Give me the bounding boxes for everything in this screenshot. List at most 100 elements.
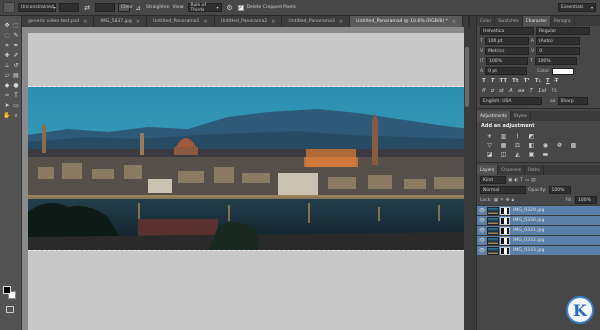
filter-type-icon[interactable]: T bbox=[520, 178, 523, 183]
layer-row[interactable]: 👁︎ IMG_0330.jpg bbox=[477, 215, 600, 225]
lock-position-icon[interactable]: ✥ bbox=[506, 198, 510, 203]
dodge-tool-icon[interactable]: ● bbox=[12, 82, 20, 90]
font-size-field[interactable]: 100 pt bbox=[484, 37, 529, 45]
threshold-icon[interactable]: ◭ bbox=[513, 151, 522, 158]
layer-row[interactable]: 👁︎ IMG_0329.jpg bbox=[477, 205, 600, 215]
straighten-icon[interactable]: ⊿ bbox=[133, 3, 143, 13]
horizontal-scale-field[interactable]: 100% bbox=[534, 57, 577, 65]
brightness-icon[interactable]: ☀ bbox=[485, 133, 494, 140]
layer-mask-thumbnail[interactable] bbox=[500, 216, 510, 225]
filter-smart-icon[interactable]: ▤ bbox=[531, 178, 535, 183]
black-white-icon[interactable]: ◧ bbox=[527, 142, 536, 149]
subscript-button[interactable]: T₁ bbox=[535, 78, 541, 84]
crop-tool-preset-picker[interactable] bbox=[3, 2, 15, 13]
anti-alias-dropdown[interactable]: Sharp bbox=[557, 97, 588, 105]
pen-tool-icon[interactable]: ✑ bbox=[3, 92, 11, 100]
straighten-label[interactable]: Straighten bbox=[146, 5, 170, 10]
brush-tool-icon[interactable]: ✐ bbox=[12, 52, 20, 60]
ligatures-button[interactable]: fi bbox=[482, 88, 486, 94]
eraser-tool-icon[interactable]: ▱ bbox=[3, 72, 11, 80]
shape-tool-icon[interactable]: ▭ bbox=[12, 102, 20, 110]
close-icon[interactable]: × bbox=[136, 19, 140, 25]
superscript-button[interactable]: T¹ bbox=[524, 78, 530, 84]
tab-paragraph[interactable]: Paragra bbox=[551, 16, 575, 26]
layer-mask-thumbnail[interactable] bbox=[500, 206, 510, 215]
swash-button[interactable]: st bbox=[499, 88, 504, 94]
font-style-dropdown[interactable]: Regular bbox=[536, 27, 590, 35]
language-dropdown[interactable]: English: USA bbox=[480, 97, 542, 105]
eye-icon[interactable]: 👁︎ bbox=[477, 208, 487, 214]
photo-filter-icon[interactable]: ◉ bbox=[541, 142, 550, 149]
tab-paths[interactable]: Paths bbox=[525, 165, 544, 175]
crop-ratio-dropdown[interactable]: Unconstrained ▾ bbox=[18, 3, 56, 12]
healing-brush-tool-icon[interactable]: ✚ bbox=[3, 52, 11, 60]
all-caps-button[interactable]: TT bbox=[500, 78, 508, 84]
tab-untitled-panorama4[interactable]: Untitled_Panorama4 @ 10.6% (RGB/8) * × bbox=[350, 16, 464, 27]
tab-layers[interactable]: Layers bbox=[477, 165, 499, 175]
fractions-button[interactable]: ½ bbox=[551, 88, 556, 94]
crop-tool-icon[interactable]: ⌗ bbox=[3, 42, 11, 50]
blur-tool-icon[interactable]: ◆ bbox=[3, 82, 11, 90]
filter-pixel-icon[interactable]: ▣ bbox=[508, 178, 512, 183]
tab-swatches[interactable]: Swatches bbox=[495, 16, 523, 26]
close-icon[interactable]: × bbox=[83, 19, 87, 25]
lasso-tool-icon[interactable]: ◌ bbox=[3, 32, 11, 40]
close-icon[interactable]: × bbox=[452, 19, 456, 25]
leading-field[interactable]: (Auto) bbox=[535, 37, 580, 45]
overlay-dropdown[interactable]: Rule of Thirds ▾ bbox=[187, 3, 222, 13]
channel-mixer-icon[interactable]: ❁ bbox=[555, 142, 564, 149]
move-tool-icon[interactable]: ✥ bbox=[3, 22, 11, 30]
kerning-field[interactable]: Metrics bbox=[485, 47, 530, 55]
close-icon[interactable]: × bbox=[339, 19, 343, 25]
curves-icon[interactable]: ⌇ bbox=[513, 133, 522, 140]
tab-untitled-panorama2[interactable]: Untitled_Panorama2 × bbox=[214, 16, 283, 27]
tab-untitled-panorama3[interactable]: Untitled_Panorama3 × bbox=[282, 16, 351, 27]
faux-bold-button[interactable]: T bbox=[482, 78, 486, 84]
levels-icon[interactable]: ▥ bbox=[499, 133, 508, 140]
tab-channels[interactable]: Channels bbox=[498, 165, 526, 175]
history-brush-tool-icon[interactable]: ↺ bbox=[12, 62, 20, 70]
quick-mask-icon[interactable] bbox=[6, 306, 14, 313]
filter-shape-icon[interactable]: ▭ bbox=[525, 178, 529, 183]
ornaments-button[interactable]: T bbox=[529, 88, 532, 94]
scrollbar-thumb[interactable] bbox=[465, 47, 469, 107]
gradient-tool-icon[interactable]: ▤ bbox=[12, 72, 20, 80]
text-color-swatch[interactable] bbox=[552, 67, 575, 75]
invert-icon[interactable]: ◪ bbox=[485, 151, 494, 158]
quick-select-tool-icon[interactable]: ✎ bbox=[12, 32, 20, 40]
layer-row[interactable]: 👁︎ IMG_0332.jpg bbox=[477, 235, 600, 245]
small-caps-button[interactable]: Tt bbox=[512, 78, 518, 84]
filter-adjustment-icon[interactable]: ◐ bbox=[514, 178, 518, 183]
hand-tool-icon[interactable]: ✋ bbox=[3, 112, 11, 120]
opacity-field[interactable]: 100% bbox=[548, 186, 571, 194]
vibrance-icon[interactable]: ▽ bbox=[485, 142, 494, 149]
close-icon[interactable]: × bbox=[204, 19, 208, 25]
stylistic-alternates-button[interactable]: aa bbox=[518, 88, 525, 94]
tab-img-5837[interactable]: IMG_5837.jpg × bbox=[94, 16, 147, 27]
gear-icon[interactable]: ⚙ bbox=[225, 3, 235, 13]
tab-color[interactable]: Color bbox=[477, 16, 496, 26]
type-tool-icon[interactable]: T bbox=[12, 92, 20, 100]
swap-icon[interactable]: ⇄ bbox=[82, 3, 92, 13]
lock-all-icon[interactable]: 🔒︎ bbox=[512, 197, 514, 203]
color-lookup-icon[interactable]: ▩ bbox=[569, 142, 578, 149]
layer-mask-thumbnail[interactable] bbox=[500, 226, 510, 235]
tab-untitled-panorama1[interactable]: Untitled_Panorama1 × bbox=[147, 16, 215, 27]
clone-stamp-tool-icon[interactable]: ⊥ bbox=[3, 62, 11, 70]
path-selection-tool-icon[interactable]: ➤ bbox=[3, 102, 11, 110]
clear-button[interactable]: Clear bbox=[118, 3, 133, 12]
eye-icon[interactable]: 👁︎ bbox=[477, 218, 487, 224]
layer-row[interactable]: 👁︎ IMG_0333.jpg bbox=[477, 245, 600, 255]
faux-italic-button[interactable]: T bbox=[491, 78, 495, 84]
zoom-tool-icon[interactable]: ⌕ bbox=[12, 112, 20, 120]
font-family-dropdown[interactable]: Helvetica bbox=[480, 27, 534, 35]
eyedropper-tool-icon[interactable]: ✒ bbox=[12, 42, 20, 50]
tab-character[interactable]: Character bbox=[522, 16, 551, 26]
ordinals-button[interactable]: 1st bbox=[538, 88, 547, 94]
panorama-image[interactable] bbox=[28, 86, 470, 251]
hue-saturation-icon[interactable]: ▦ bbox=[499, 142, 508, 149]
tracking-field[interactable]: 0 bbox=[536, 47, 581, 55]
layer-mask-thumbnail[interactable] bbox=[500, 236, 510, 245]
document-canvas[interactable] bbox=[28, 33, 470, 330]
discretionary-ligatures-button[interactable]: ơ bbox=[491, 88, 494, 94]
